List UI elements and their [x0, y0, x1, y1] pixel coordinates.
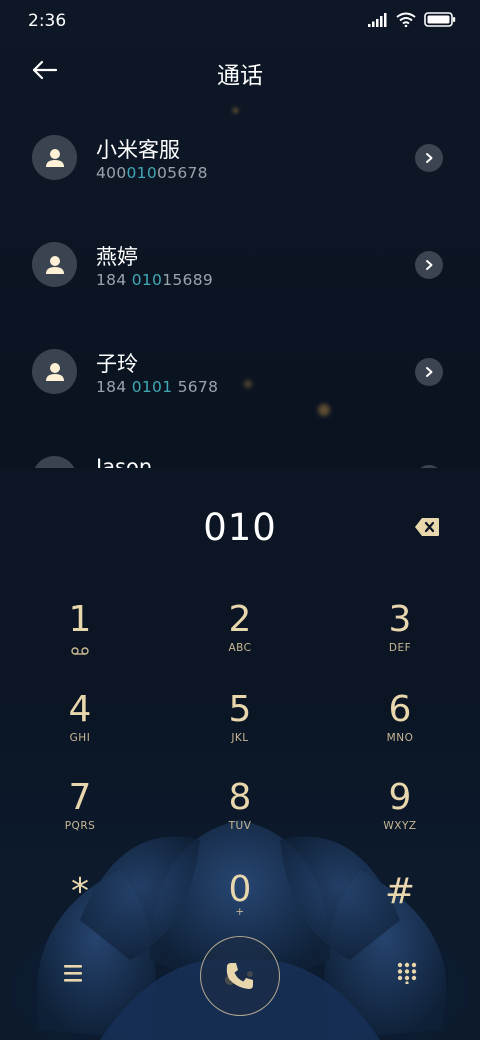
- key-letters: MNO: [386, 732, 414, 744]
- contact-number: 40001005678: [96, 164, 208, 182]
- contact-row[interactable]: 子玲 184 0101 5678: [0, 318, 480, 424]
- key-8[interactable]: 8 TUV: [160, 778, 320, 858]
- key-1[interactable]: 1: [0, 600, 160, 680]
- status-icons: [368, 12, 456, 27]
- key-digit: #: [384, 871, 416, 912]
- bottom-action-bar: [0, 932, 480, 1022]
- call-button[interactable]: [200, 936, 280, 1016]
- key-letters: JKL: [231, 732, 249, 744]
- avatar: [32, 135, 77, 180]
- key-9[interactable]: 9 WXYZ: [320, 778, 480, 858]
- chevron-right-icon: [426, 153, 433, 163]
- avatar: [32, 242, 77, 287]
- backspace-icon[interactable]: [414, 516, 440, 538]
- dialer-screen: 2:36 通话 小米客服 40001005678 燕婷 184 01015689…: [0, 0, 480, 1040]
- menu-icon[interactable]: [62, 962, 84, 984]
- contact-number: 184 0101 5678: [96, 378, 219, 396]
- phone-icon: [226, 963, 253, 989]
- key-digit: 8: [228, 777, 252, 818]
- key-5[interactable]: 5 JKL: [160, 690, 320, 770]
- contact-row[interactable]: 燕婷 184 01015689: [0, 211, 480, 317]
- avatar: [32, 349, 77, 394]
- key-2[interactable]: 2 ABC: [160, 600, 320, 680]
- key-digit: 2: [228, 599, 252, 640]
- contact-detail-button[interactable]: [415, 251, 443, 279]
- contact-name: 燕婷: [96, 245, 138, 269]
- avatar: [32, 456, 77, 468]
- contact-name: 子玲: [96, 352, 138, 376]
- contact-row[interactable]: Jason: [0, 425, 480, 468]
- key-digit: 5: [228, 689, 252, 730]
- voicemail-icon: [71, 647, 89, 655]
- key-digit: 0: [228, 869, 252, 910]
- chevron-right-icon: [426, 260, 433, 270]
- key-letters: +: [235, 906, 245, 918]
- key-7[interactable]: 7 PQRS: [0, 778, 160, 858]
- page-title: 通话: [217, 63, 263, 89]
- key-6[interactable]: 6 MNO: [320, 690, 480, 770]
- key-digit: 9: [388, 777, 412, 818]
- status-time: 2:36: [28, 11, 67, 31]
- key-4[interactable]: 4 GHI: [0, 690, 160, 770]
- contact-name: 小米客服: [96, 138, 180, 162]
- dialpad-icon[interactable]: [396, 962, 418, 984]
- status-bar: 2:36: [0, 0, 480, 40]
- signal-icon: [368, 12, 387, 27]
- key-3[interactable]: 3 DEF: [320, 600, 480, 680]
- key-letters: TUV: [228, 820, 252, 832]
- contact-detail-button[interactable]: [415, 144, 443, 172]
- person-icon: [45, 255, 64, 274]
- key-letters: ABC: [228, 642, 252, 654]
- key-digit: 4: [68, 689, 92, 730]
- key-letters: GHI: [69, 732, 91, 744]
- key-digit: 1: [68, 599, 92, 640]
- chevron-right-icon: [426, 367, 433, 377]
- dialed-number-display: 010: [203, 506, 277, 549]
- key-digit: *: [71, 871, 89, 912]
- contact-suggestion-list: 小米客服 40001005678 燕婷 184 01015689 子玲 184 …: [0, 104, 480, 468]
- contact-row[interactable]: 小米客服 40001005678: [0, 104, 480, 210]
- header: 通话: [0, 48, 480, 92]
- key-digit: 7: [68, 777, 92, 818]
- contact-detail-button[interactable]: [415, 358, 443, 386]
- wifi-icon: [396, 12, 416, 27]
- contact-name: Jason: [96, 455, 153, 468]
- key-digit: 3: [388, 599, 412, 640]
- key-digit: 6: [388, 689, 412, 730]
- key-letters: PQRS: [64, 820, 96, 832]
- contact-number: 184 01015689: [96, 271, 214, 289]
- person-icon: [45, 148, 64, 167]
- person-icon: [45, 362, 64, 381]
- battery-icon: [424, 12, 456, 27]
- key-letters: DEF: [388, 642, 412, 654]
- key-letters: WXYZ: [383, 820, 417, 832]
